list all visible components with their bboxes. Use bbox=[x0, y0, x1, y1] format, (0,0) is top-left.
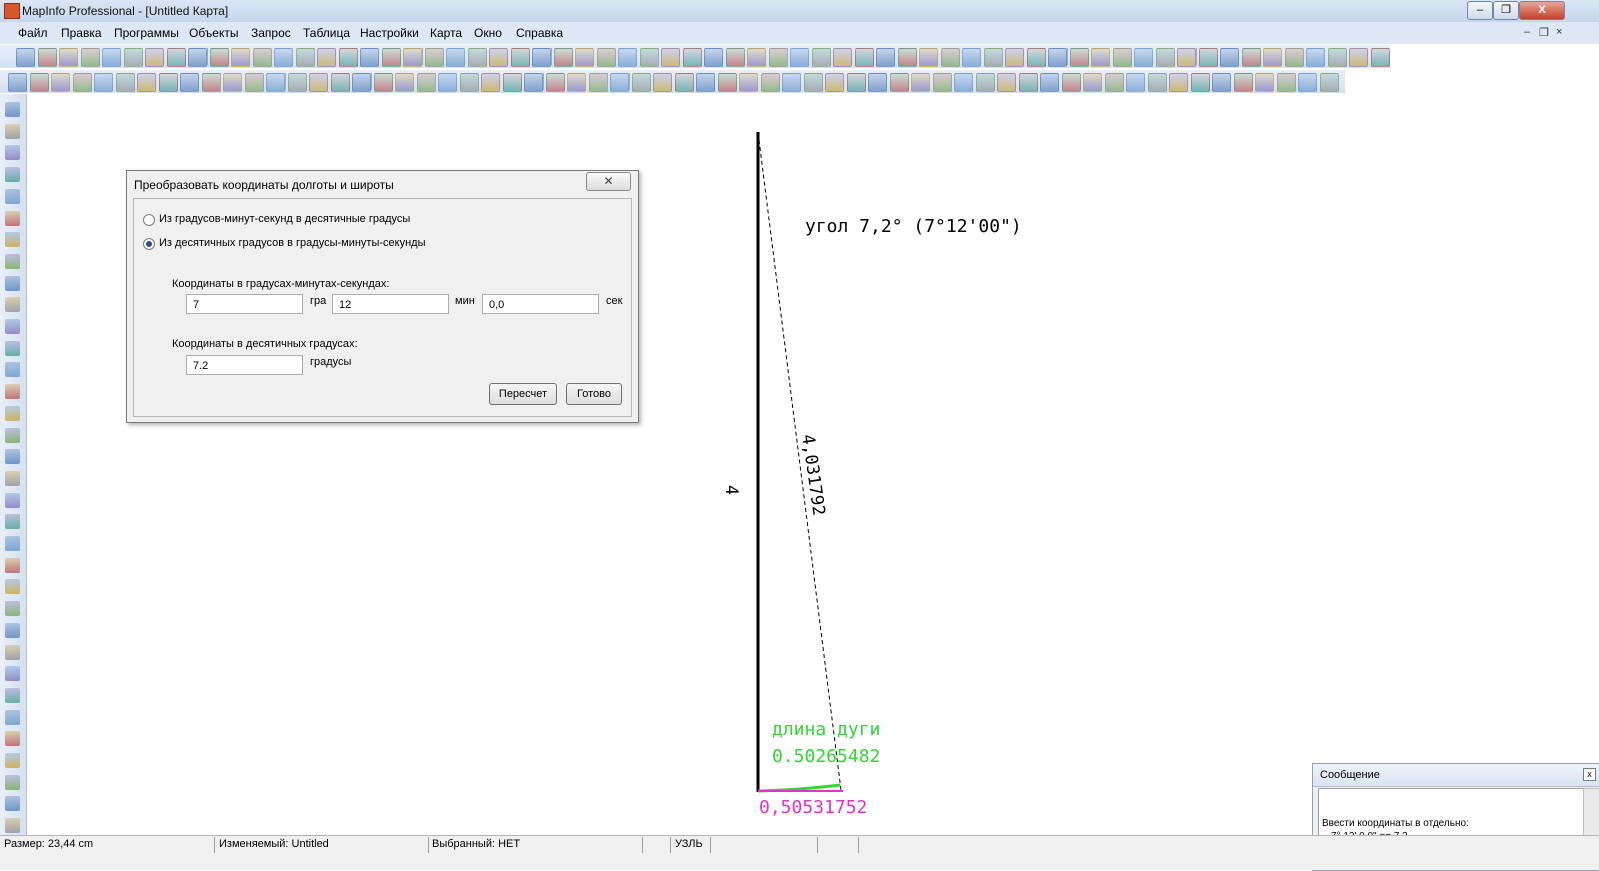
radio-dec-to-dms[interactable] bbox=[143, 238, 155, 250]
angle-label: угол 7,2° (7°12'00") bbox=[805, 216, 1022, 237]
status-divider bbox=[642, 837, 643, 853]
degrees-field[interactable]: 7 bbox=[186, 294, 303, 314]
message-titlebar: Сообщение x bbox=[1313, 764, 1599, 787]
status-divider bbox=[428, 837, 429, 853]
message-close-button[interactable]: x bbox=[1583, 768, 1596, 781]
base-length-label: 0,50531752 bbox=[759, 797, 868, 818]
dialog-title: Преобразовать координаты долготы и широт… bbox=[134, 178, 394, 192]
status-divider bbox=[214, 837, 215, 853]
status-selected[interactable]: Выбранный: НЕТ bbox=[432, 838, 520, 850]
vertical-length-label: 4 bbox=[721, 484, 742, 496]
arc-value: 0.50265482 bbox=[772, 746, 881, 767]
seconds-field[interactable]: 0,0 bbox=[482, 294, 599, 314]
slant-dashed-line[interactable] bbox=[758, 139, 842, 791]
seconds-unit: сек bbox=[606, 295, 623, 307]
message-title: Сообщение bbox=[1320, 769, 1380, 781]
status-bar: Размер: 23,44 cm Изменяемый: Untitled Вы… bbox=[0, 835, 1599, 870]
done-button[interactable]: Готово bbox=[566, 383, 622, 405]
option-dms-to-dec-label[interactable]: Из градусов-минут-секунд в десятичные гр… bbox=[159, 213, 410, 225]
minutes-unit: мин bbox=[455, 295, 475, 307]
status-size: Размер: 23,44 cm bbox=[4, 838, 94, 850]
radio-dms-to-dec[interactable] bbox=[143, 214, 155, 226]
recalculate-button[interactable]: Пересчет bbox=[489, 383, 557, 405]
status-divider bbox=[817, 837, 818, 853]
status-editable[interactable]: Изменяемый: Untitled bbox=[219, 838, 329, 850]
dialog-close-button[interactable]: ✕ bbox=[586, 172, 631, 191]
option-dec-to-dms-label[interactable]: Из десятичных градусов в градусы-минуты-… bbox=[159, 237, 426, 249]
status-divider bbox=[670, 837, 671, 853]
decimal-unit: градусы bbox=[310, 356, 352, 368]
status-snap[interactable]: УЗЛЬ bbox=[675, 838, 703, 850]
arc-caption: длина дуги bbox=[772, 719, 881, 740]
degrees-unit: гра bbox=[310, 295, 327, 307]
dialog-panel: Из градусов-минут-секунд в десятичные гр… bbox=[133, 198, 632, 417]
status-divider bbox=[710, 837, 711, 853]
status-divider bbox=[858, 837, 859, 853]
convert-coordinates-dialog: Преобразовать координаты долготы и широт… bbox=[126, 170, 639, 423]
message-line-1: Ввести координаты в отдельно: bbox=[1322, 818, 1469, 829]
dms-label: Координаты в градусах-минутах-секундах: bbox=[172, 278, 390, 290]
decimal-label: Координаты в десятичных градусах: bbox=[172, 338, 358, 350]
decimal-degrees-field[interactable]: 7.2 bbox=[186, 355, 303, 375]
minutes-field[interactable]: 12 bbox=[332, 294, 449, 314]
